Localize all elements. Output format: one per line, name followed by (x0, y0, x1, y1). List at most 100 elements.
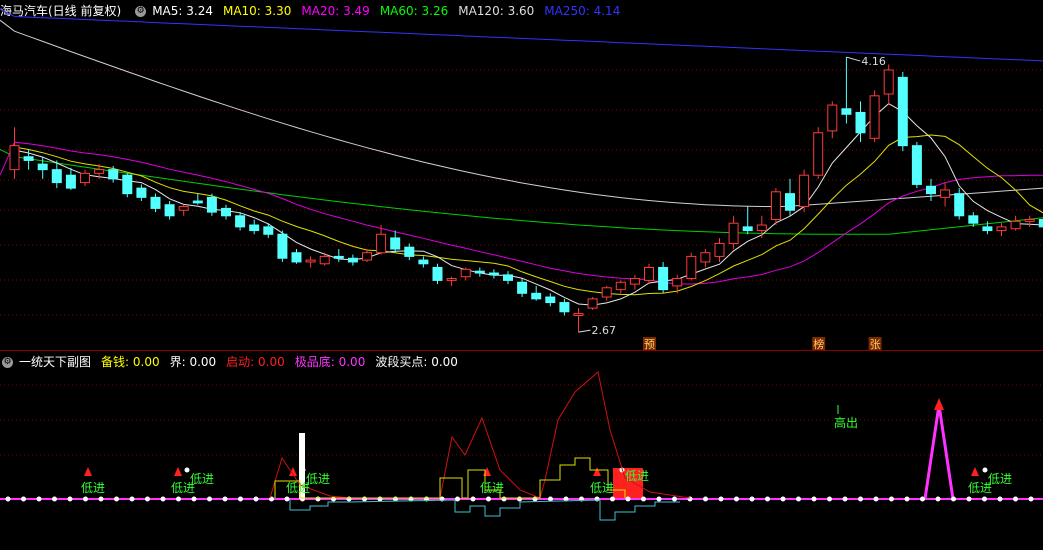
candle-body (883, 69, 894, 95)
baseline-dot (982, 496, 987, 502)
ma120-line (0, 19, 1043, 208)
candle-body (700, 252, 711, 263)
candle-body (503, 274, 513, 281)
candle-body (305, 259, 316, 263)
candle-body (559, 302, 570, 313)
baseline-dot (36, 496, 42, 502)
baseline-dot (641, 496, 646, 502)
stock-chart[interactable]: 4.162.67预榜张低进 低进 低进 低进 低进 低进低进 低进 低进 低进高出 (0, 0, 1043, 550)
candle-body (249, 224, 260, 232)
candle-body (390, 237, 401, 250)
baseline-dot (455, 496, 460, 502)
baseline-dot (207, 496, 212, 502)
candle-body (785, 193, 795, 211)
baseline-dot (253, 496, 259, 502)
baseline-dot (889, 496, 894, 502)
candle-body (531, 292, 542, 300)
candle-body (813, 132, 824, 176)
buy-arrow-icon (593, 467, 601, 476)
baseline-dot (517, 496, 522, 502)
candle-body (347, 257, 358, 263)
jipindi-spike (923, 404, 955, 500)
buy-signal-label-alt: 低进 (190, 472, 214, 486)
baseline-dot (21, 496, 26, 502)
candle-body (376, 233, 387, 254)
candle-body (897, 76, 908, 147)
baseline-dot (331, 496, 336, 502)
candles (9, 57, 1043, 333)
candle-body (799, 174, 810, 208)
baseline-dot (656, 496, 662, 502)
buy-arrow-icon (174, 467, 182, 476)
signal-dot (982, 467, 988, 473)
baseline-dot (114, 496, 119, 502)
candle-body (629, 278, 640, 285)
candle-body (150, 196, 161, 209)
baseline-dot (873, 496, 879, 502)
candle-body (206, 196, 217, 213)
candle-body (51, 169, 62, 184)
candle-body (982, 226, 993, 232)
candle-body (404, 246, 415, 257)
buy-signal-label: 低进 (81, 481, 105, 495)
candle-body (827, 104, 838, 132)
candle-body (587, 298, 598, 309)
baseline-dot (610, 496, 615, 502)
candle-body (65, 174, 76, 189)
candle-body (446, 278, 457, 281)
baseline-dot (238, 496, 243, 502)
candle-body (756, 224, 767, 232)
candle-body (644, 266, 654, 281)
candle-body (869, 95, 880, 139)
baseline-dot (858, 496, 863, 502)
baseline-dot (83, 496, 88, 502)
baseline-dot (470, 496, 476, 502)
candle-body (855, 111, 866, 134)
candle-body (94, 169, 105, 174)
ma250-line (0, 8, 1043, 62)
buy-arrow-icon (84, 467, 92, 476)
baseline-dot (703, 496, 708, 502)
candle-body (686, 255, 697, 280)
buy-signal-label-alt: 低进 (625, 469, 649, 483)
baseline-dot (749, 496, 755, 502)
candle-body (940, 189, 951, 198)
candle-body (164, 204, 175, 217)
baseline-dot (1028, 496, 1034, 502)
baseline-dot (935, 496, 941, 502)
baseline-dot (1013, 496, 1018, 502)
baseline-dot (718, 496, 724, 502)
candle-body (488, 272, 499, 276)
ma60-line (0, 148, 1043, 235)
candle-body (9, 145, 20, 171)
candle-body (770, 191, 781, 220)
baseline-dot (765, 496, 770, 502)
ma20-line (0, 141, 1043, 285)
baseline-dot (904, 496, 910, 502)
jie-step (289, 499, 680, 521)
candle-body (418, 259, 429, 265)
baseline-dot (160, 496, 166, 502)
candle-body (80, 172, 90, 184)
baseline-dot (98, 496, 104, 502)
baseline-dot (52, 496, 57, 502)
buy-arrow-icon (483, 467, 491, 476)
buy-signal-label: 低进 (480, 481, 504, 495)
baseline-dot (486, 496, 491, 502)
buy-signal-label: 低进 (590, 481, 614, 495)
candle-body (742, 226, 753, 232)
candle-body (37, 163, 48, 171)
baseline-dot (145, 496, 150, 502)
candle-body (545, 296, 556, 304)
candle-body (192, 200, 203, 204)
baseline-dot (842, 496, 848, 502)
baseline-dot (951, 496, 956, 502)
candle-body (277, 233, 288, 259)
baseline-dot (501, 496, 507, 502)
candle-body (728, 222, 739, 244)
sell-signal-label: 高出 (834, 415, 858, 430)
candle-body (573, 313, 584, 316)
candle-body (136, 187, 147, 198)
candle-body (291, 252, 302, 263)
baseline-dot (300, 496, 305, 502)
